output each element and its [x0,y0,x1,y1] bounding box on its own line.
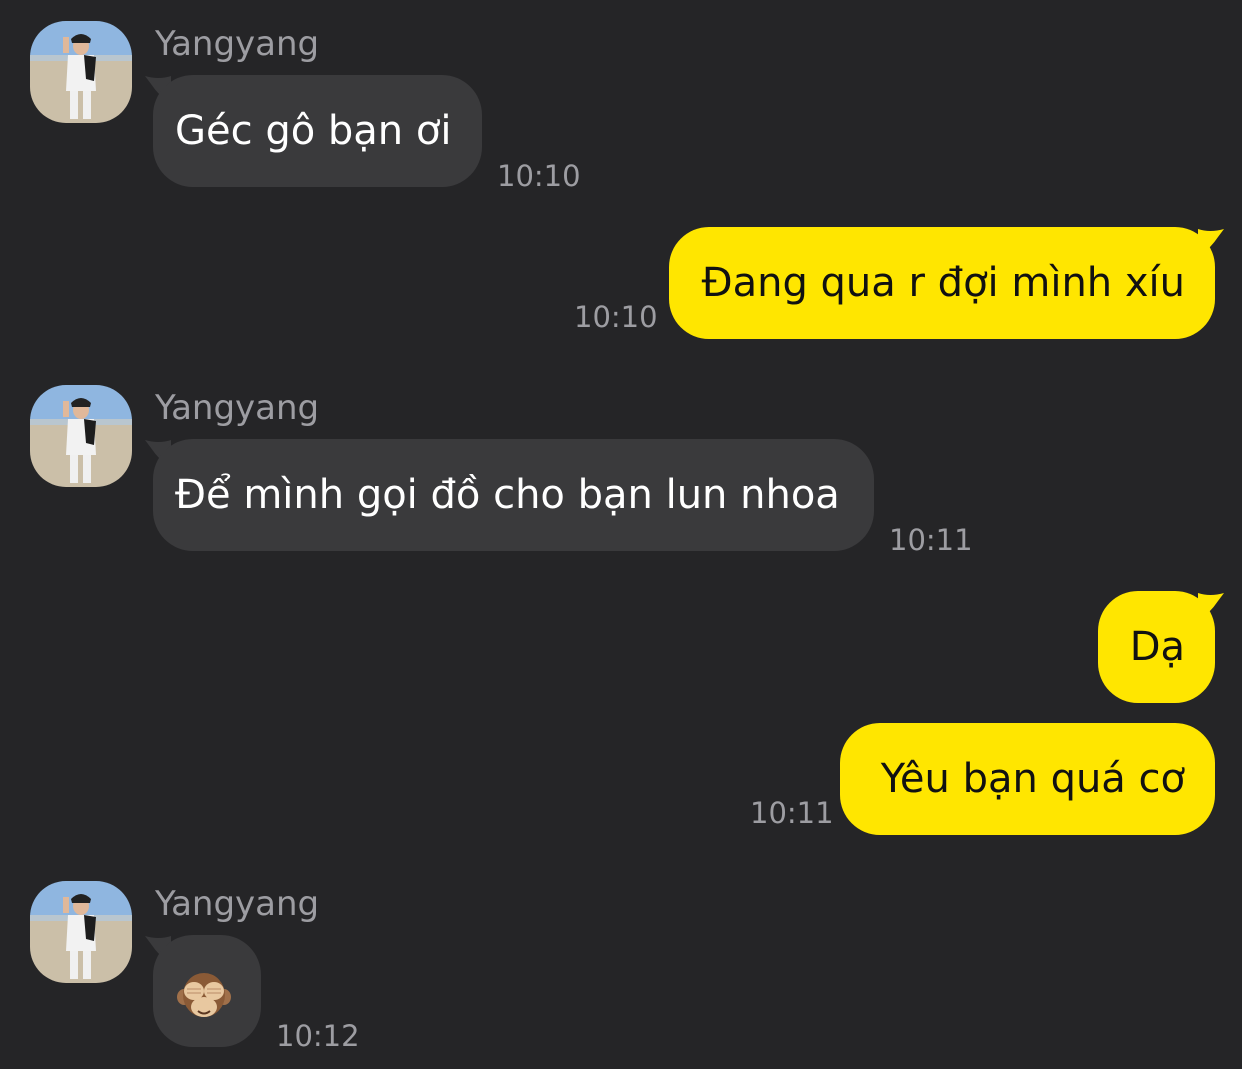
sender-name: Yangyang [155,388,320,428]
message-text: Đang qua r đợi mình xíu [701,260,1185,306]
message-time: 10:10 [574,300,658,334]
message-text: Để mình gọi đồ cho bạn lun nhoa [175,472,840,518]
chat-conversation: Yangyang Géc gô bạn ơi 10:10 10:10 Đang … [0,0,1242,1069]
message-text: Dạ [1129,624,1185,670]
see-no-evil-monkey-icon [177,973,231,1017]
avatar[interactable] [30,21,132,123]
bubble-tail [1198,593,1224,621]
message-bubble[interactable]: Yêu bạn quá cơ [840,723,1215,835]
message-time: 10:10 [497,159,581,193]
message-text: Géc gô bạn ơi [175,108,452,154]
message-time: 10:11 [750,796,834,830]
avatar[interactable] [30,385,132,487]
message-bubble[interactable]: Géc gô bạn ơi [153,75,482,187]
bubble-tail [1198,229,1224,257]
message-time: 10:11 [889,523,973,557]
sender-name: Yangyang [155,884,320,924]
message-text: Yêu bạn quá cơ [880,756,1185,802]
avatar[interactable] [30,881,132,983]
message-bubble[interactable] [153,935,261,1047]
sender-name: Yangyang [155,24,320,64]
message-bubble[interactable]: Đang qua r đợi mình xíu [669,227,1215,339]
message-time: 10:12 [276,1019,360,1053]
message-bubble[interactable]: Để mình gọi đồ cho bạn lun nhoa [153,439,874,551]
